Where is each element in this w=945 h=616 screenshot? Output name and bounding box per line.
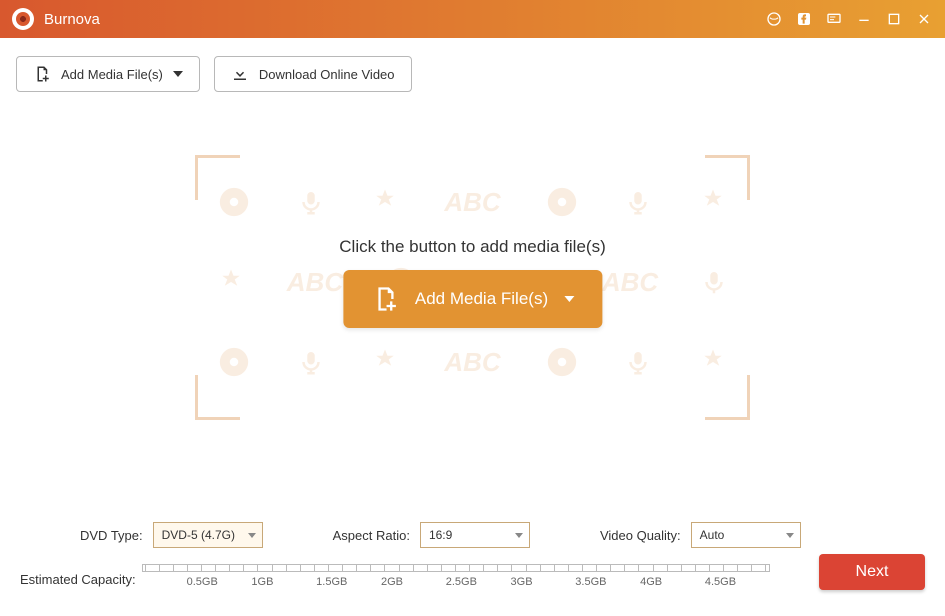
- dropzone[interactable]: ABC ABC ABC ABC Click the button to add …: [195, 155, 750, 420]
- next-button[interactable]: Next: [819, 554, 925, 590]
- capacity-tick: [441, 565, 442, 571]
- chevron-down-icon: [248, 533, 256, 538]
- capacity-tick: [229, 565, 230, 571]
- capacity-tick: [272, 565, 273, 571]
- capacity-tick: [723, 565, 724, 571]
- capacity-tick: [201, 565, 202, 571]
- capacity-tick: [497, 565, 498, 571]
- capacity-tick: [243, 565, 244, 571]
- capacity-label: Estimated Capacity:: [20, 572, 136, 587]
- capacity-tick: [737, 565, 738, 571]
- capacity-tick-label: 4GB: [640, 576, 705, 588]
- capacity-tick-label: 4.5GB: [705, 576, 770, 588]
- capacity-tick: [300, 565, 301, 571]
- dvd-type-value: DVD-5 (4.7G): [162, 528, 235, 542]
- video-quality-select[interactable]: Auto: [691, 522, 801, 548]
- video-quality-value: Auto: [700, 528, 725, 542]
- capacity-tick: [173, 565, 174, 571]
- dvd-type-select[interactable]: DVD-5 (4.7G): [153, 522, 263, 548]
- capacity-tick: [257, 565, 258, 571]
- capacity-tick: [159, 565, 160, 571]
- capacity-tick: [314, 565, 315, 571]
- capacity-tick: [511, 565, 512, 571]
- capacity-tick: [483, 565, 484, 571]
- capacity-tick-label: 2GB: [381, 576, 446, 588]
- capacity-tick: [370, 565, 371, 571]
- watermark-row: ABC: [195, 345, 750, 379]
- chevron-down-icon: [173, 71, 183, 77]
- capacity-tick: [582, 565, 583, 571]
- aspect-ratio-label: Aspect Ratio:: [333, 528, 410, 543]
- app-title: Burnova: [44, 11, 100, 28]
- capacity-tick: [286, 565, 287, 571]
- facebook-icon[interactable]: [795, 10, 813, 28]
- titlebar: Burnova: [0, 0, 945, 38]
- corner-decoration: [705, 375, 750, 420]
- capacity-tick: [638, 565, 639, 571]
- register-icon[interactable]: [825, 10, 843, 28]
- app-logo: [12, 8, 34, 30]
- download-video-label: Download Online Video: [259, 67, 395, 82]
- settings-row: DVD Type: DVD-5 (4.7G) Aspect Ratio: 16:…: [20, 522, 925, 548]
- maximize-icon[interactable]: [885, 10, 903, 28]
- add-file-icon: [371, 285, 399, 313]
- capacity-tick: [215, 565, 216, 571]
- capacity-bar: 0.5GB1GB1.5GB2GB2.5GB3GB3.5GB4GB4.5GB: [142, 564, 770, 594]
- chevron-down-icon: [564, 296, 574, 302]
- capacity-tick: [384, 565, 385, 571]
- capacity-tick: [540, 565, 541, 571]
- capacity-tick: [765, 565, 766, 571]
- capacity-tick: [145, 565, 146, 571]
- capacity-tick-label: 1GB: [251, 576, 316, 588]
- capacity-tick: [328, 565, 329, 571]
- capacity-tick-label: 3GB: [511, 576, 576, 588]
- add-media-large-label: Add Media File(s): [415, 289, 548, 309]
- capacity-tick: [427, 565, 428, 571]
- dvd-type-label: DVD Type:: [80, 528, 143, 543]
- capacity-row: Estimated Capacity: 0.5GB1GB1.5GB2GB2.5G…: [20, 564, 925, 594]
- capacity-tick: [624, 565, 625, 571]
- add-media-large-button[interactable]: Add Media File(s): [343, 270, 602, 328]
- aspect-ratio-value: 16:9: [429, 528, 452, 542]
- toolbar: Add Media File(s) Download Online Video: [0, 38, 945, 100]
- capacity-tick-label: 1.5GB: [316, 576, 381, 588]
- bottom-panel: DVD Type: DVD-5 (4.7G) Aspect Ratio: 16:…: [0, 504, 945, 616]
- corner-decoration: [195, 375, 240, 420]
- capacity-tick-label: 2.5GB: [446, 576, 511, 588]
- capacity-tick: [751, 565, 752, 571]
- dropzone-hint: Click the button to add media file(s): [195, 237, 750, 257]
- capacity-tick: [554, 565, 555, 571]
- download-icon: [231, 65, 249, 83]
- chevron-down-icon: [786, 533, 794, 538]
- capacity-tick: [681, 565, 682, 571]
- minimize-icon[interactable]: [855, 10, 873, 28]
- add-file-icon: [33, 65, 51, 83]
- menu-icon[interactable]: [765, 10, 783, 28]
- capacity-tick: [469, 565, 470, 571]
- capacity-tick: [653, 565, 654, 571]
- capacity-tick-label: 0.5GB: [187, 576, 252, 588]
- video-quality-label: Video Quality:: [600, 528, 681, 543]
- capacity-tick: [667, 565, 668, 571]
- capacity-tick-label: 3.5GB: [575, 576, 640, 588]
- capacity-tick: [526, 565, 527, 571]
- close-icon[interactable]: [915, 10, 933, 28]
- capacity-tick: [356, 565, 357, 571]
- aspect-ratio-select[interactable]: 16:9: [420, 522, 530, 548]
- download-video-button[interactable]: Download Online Video: [214, 56, 412, 92]
- capacity-tick: [187, 565, 188, 571]
- capacity-tick: [596, 565, 597, 571]
- watermark-row: ABC: [195, 185, 750, 219]
- capacity-tick: [455, 565, 456, 571]
- capacity-tick: [709, 565, 710, 571]
- chevron-down-icon: [515, 533, 523, 538]
- capacity-tick: [342, 565, 343, 571]
- capacity-tick: [399, 565, 400, 571]
- capacity-tick: [413, 565, 414, 571]
- capacity-tick: [695, 565, 696, 571]
- capacity-tick: [568, 565, 569, 571]
- add-media-button[interactable]: Add Media File(s): [16, 56, 200, 92]
- capacity-tick: [610, 565, 611, 571]
- add-media-label: Add Media File(s): [61, 67, 163, 82]
